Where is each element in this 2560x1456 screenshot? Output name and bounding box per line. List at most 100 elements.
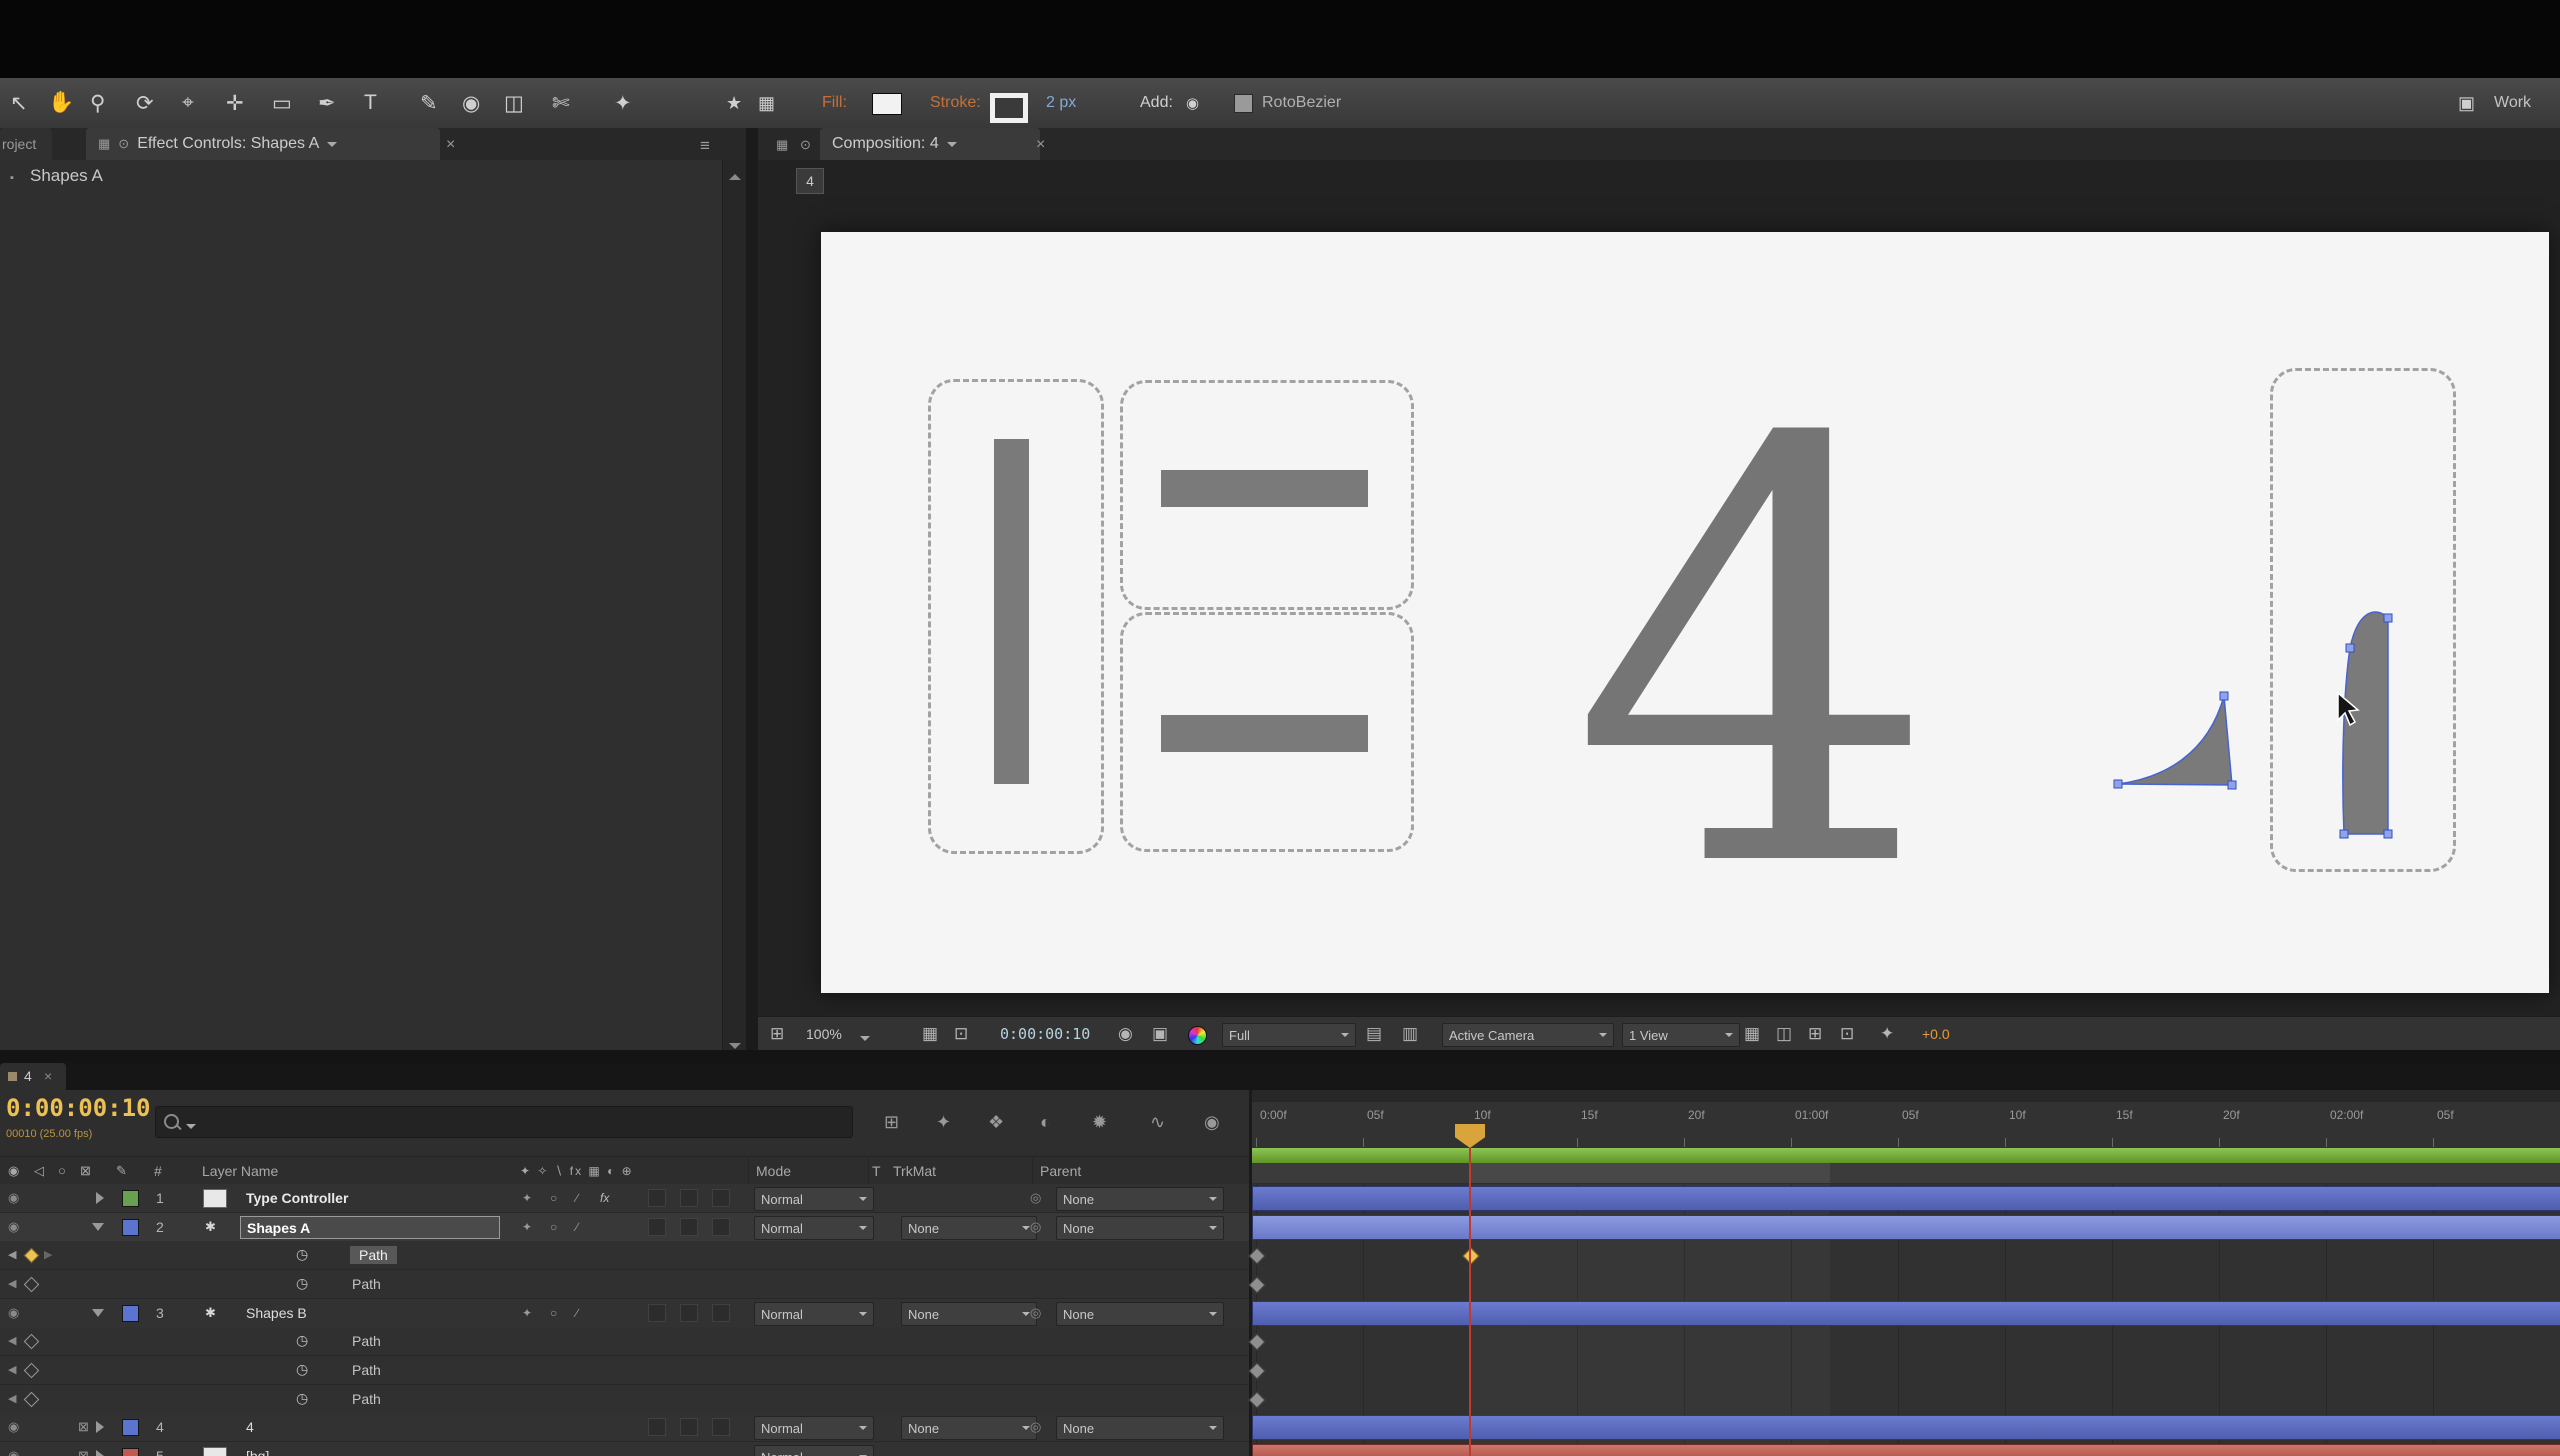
property-row[interactable]: ◀ ◷ Path [0, 1327, 1249, 1356]
current-timecode[interactable]: 0:00:00:10 [6, 1094, 151, 1122]
layer-name[interactable]: 4 [246, 1413, 254, 1440]
keyframe-toggle[interactable] [24, 1363, 40, 1379]
mode-dropdown[interactable]: Normal [754, 1187, 874, 1211]
region-of-interest-icon[interactable]: ⊞ [770, 1017, 784, 1051]
twirl-icon[interactable] [96, 1421, 110, 1433]
switch-box[interactable] [712, 1304, 730, 1322]
region-icon[interactable]: ▤ [1366, 1017, 1382, 1051]
vertex-handle[interactable] [2114, 780, 2122, 788]
add-icon[interactable]: ◉ [1186, 78, 1199, 128]
vertex-handle[interactable] [2228, 781, 2236, 789]
panel-divider[interactable] [746, 128, 758, 1063]
tab-close-icon[interactable]: × [446, 136, 455, 154]
mode-column-header[interactable]: Mode [756, 1157, 791, 1184]
eye-icon[interactable]: ◉ [8, 1299, 19, 1326]
keyframe-toggle[interactable] [24, 1277, 40, 1293]
trkmat-column-header[interactable]: TrkMat [893, 1157, 936, 1184]
shape-horizontal-bar[interactable] [1161, 715, 1368, 752]
lock-column-icon[interactable]: ⊠ [80, 1157, 91, 1184]
shape-horizontal-bar[interactable] [1161, 470, 1368, 507]
prev-keyframe-icon[interactable]: ◀ [8, 1356, 16, 1383]
keyframe-toggle[interactable] [24, 1392, 40, 1408]
switch-box[interactable] [712, 1189, 730, 1207]
fast-previews-icon[interactable]: ◫ [1776, 1017, 1792, 1051]
comp-timecode[interactable]: 0:00:00:10 [1000, 1017, 1090, 1051]
rotobezier-label[interactable]: RotoBezier [1262, 78, 1341, 128]
parent-column-header[interactable]: Parent [1040, 1157, 1081, 1184]
active-camera-dropdown[interactable]: Active Camera [1442, 1023, 1614, 1047]
eye-icon[interactable]: ◉ [8, 1184, 19, 1211]
keyframe-toggle[interactable] [24, 1334, 40, 1350]
channel-wheel-icon[interactable] [1188, 1026, 1207, 1045]
shape-tool-icon[interactable]: ▭ [272, 78, 292, 128]
vertex-handle[interactable] [2340, 830, 2348, 838]
grid-icon[interactable]: ▦ [758, 78, 775, 128]
stroke-label[interactable]: Stroke: [930, 78, 981, 128]
video-column-icon[interactable]: ◉ [8, 1157, 19, 1184]
parent-dropdown[interactable]: None [1056, 1302, 1224, 1326]
panel-grabber-icon[interactable]: ▦ [98, 136, 110, 152]
quality-switch-icon[interactable]: ○ [550, 1213, 557, 1240]
search-input[interactable] [155, 1106, 853, 1138]
tab-close-icon[interactable]: × [44, 1068, 52, 1084]
work-area-bar[interactable] [1252, 1163, 2560, 1183]
mini-flowchart-icon[interactable]: ⊞ [884, 1112, 899, 1133]
twirl-icon[interactable] [96, 1192, 110, 1204]
tab-composition[interactable]: Composition: 4 [820, 128, 1040, 160]
rotate-tool-icon[interactable]: ⟳ [136, 78, 154, 128]
switches-column-header[interactable]: ✦ ✧ ∖ fx ▦ ◐ ⊕ [520, 1157, 634, 1184]
shape-path[interactable] [2118, 696, 2232, 785]
clone-stamp-tool-icon[interactable]: ◉ [462, 78, 480, 128]
parent-dropdown[interactable]: None [1056, 1216, 1224, 1240]
label-chip[interactable] [122, 1219, 139, 1236]
stopwatch-icon[interactable]: ◷ [296, 1241, 308, 1268]
stopwatch-icon[interactable]: ◷ [296, 1385, 308, 1412]
property-name[interactable]: Path [352, 1327, 381, 1354]
switch-box[interactable] [648, 1304, 666, 1322]
collapse-switch-icon[interactable]: ✦ [522, 1184, 532, 1211]
vertex-handle[interactable] [2220, 692, 2228, 700]
flowchart-icon[interactable]: ⊡ [1840, 1017, 1854, 1051]
switch-box[interactable] [648, 1189, 666, 1207]
chevron-down-icon[interactable] [327, 142, 337, 152]
layer-row[interactable]: ◉ 2 ✱ Shapes A ✦ ○ ∕ Normal None ◎ None [0, 1213, 1249, 1242]
star-icon[interactable]: ★ [726, 78, 742, 128]
next-keyframe-icon[interactable]: ▶ [44, 1241, 52, 1268]
panel-menu-icon[interactable]: ≡ [700, 136, 710, 156]
t-column-header[interactable]: T [872, 1157, 881, 1184]
vertex-handle[interactable] [2384, 830, 2392, 838]
hide-shy-icon[interactable]: ❖ [988, 1112, 1004, 1133]
workspace-icon[interactable]: ▣ [2458, 78, 2475, 128]
hand-tool-icon[interactable]: ✋ [48, 78, 74, 128]
layer-row[interactable]: ◉ ⊠ 4 4 Normal None ◎ None [0, 1413, 1249, 1442]
motion-blur-icon[interactable]: ✹ [1092, 1112, 1107, 1133]
layer-name[interactable]: Type Controller [246, 1184, 348, 1211]
layer-bar[interactable] [1252, 1186, 2560, 1211]
graph-editor-icon[interactable]: ∿ [1150, 1112, 1165, 1133]
effect-controls-layer-name[interactable]: Shapes A [30, 166, 103, 186]
switch-box[interactable] [648, 1218, 666, 1236]
pixel-aspect-icon[interactable]: ▦ [1744, 1017, 1760, 1051]
collapse-switch-icon[interactable]: ✦ [522, 1299, 532, 1326]
property-row[interactable]: ◀ ◷ Path [0, 1385, 1249, 1414]
switch-box[interactable] [680, 1304, 698, 1322]
layer-name[interactable]: Shapes B [246, 1299, 307, 1326]
prev-keyframe-icon[interactable]: ◀ [8, 1385, 16, 1412]
layer-bar[interactable] [1252, 1415, 2560, 1440]
exposure-value[interactable]: +0.0 [1922, 1017, 1950, 1051]
pickwhip-icon[interactable]: ◎ [1030, 1413, 1041, 1440]
quality-slash-icon[interactable]: ∕ [576, 1299, 578, 1326]
brainstorm-icon[interactable]: ◉ [1204, 1112, 1220, 1133]
type-tool-icon[interactable]: T [364, 78, 377, 128]
mask-toggle-icon[interactable]: ⊡ [954, 1017, 968, 1051]
transparency-grid-icon[interactable]: ▥ [1402, 1017, 1418, 1051]
stroke-color-swatch[interactable] [990, 93, 1028, 123]
quality-switch-icon[interactable]: ○ [550, 1184, 557, 1211]
property-name[interactable]: Path [352, 1270, 381, 1297]
lock-icon[interactable]: ⊠ [78, 1413, 89, 1440]
label-chip[interactable] [122, 1419, 139, 1436]
label-chip[interactable] [122, 1190, 139, 1207]
zoom-tool-icon[interactable]: ⚲ [90, 78, 105, 128]
property-name[interactable]: Path [350, 1246, 397, 1264]
grid-guides-icon[interactable]: ▦ [922, 1017, 938, 1051]
